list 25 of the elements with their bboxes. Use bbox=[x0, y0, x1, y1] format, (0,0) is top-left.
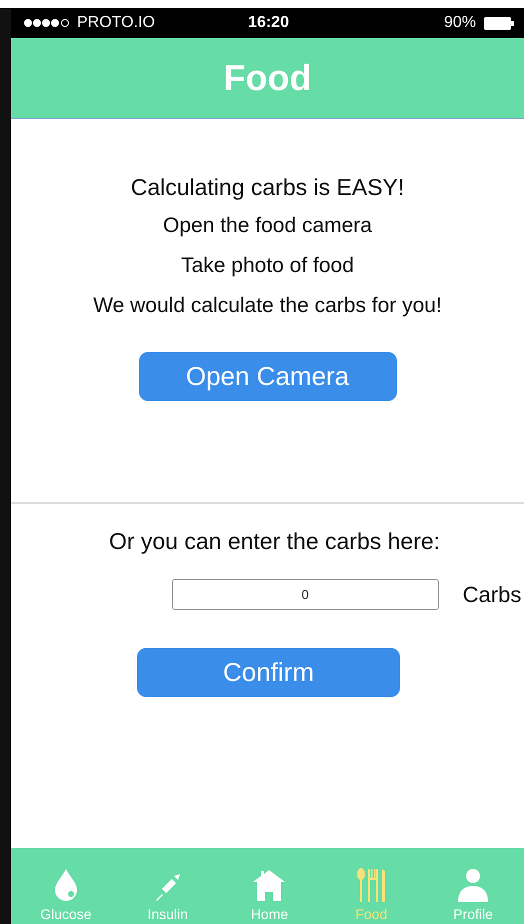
battery-icon bbox=[484, 16, 514, 30]
instruction-text: Open the food camera bbox=[163, 213, 372, 239]
tab-item[interactable]: Home bbox=[218, 848, 320, 924]
syringe-icon bbox=[154, 872, 182, 902]
person-icon bbox=[457, 868, 490, 902]
tab-item[interactable]: Profile bbox=[422, 848, 524, 924]
confirm-button[interactable]: Confirm bbox=[137, 648, 400, 697]
status-time: 16:20 bbox=[248, 14, 289, 32]
page-title: Food bbox=[224, 57, 312, 99]
battery-percent: 90% bbox=[444, 14, 476, 32]
section-heading: Calculating carbs is EASY! bbox=[130, 174, 404, 201]
drop-icon bbox=[52, 868, 79, 902]
unit-label: Carbs bbox=[462, 582, 522, 608]
cutlery-icon bbox=[356, 868, 386, 902]
house-icon bbox=[252, 868, 286, 902]
instruction-text: We would calculate the carbs for you! bbox=[93, 293, 442, 319]
signal-icon bbox=[23, 18, 71, 28]
tab-item[interactable]: Glucose bbox=[15, 848, 117, 924]
section-heading: Or you can enter the carbs here: bbox=[108, 528, 440, 555]
carrier-name: PROTO.IO bbox=[77, 14, 155, 32]
tab-item[interactable]: Food bbox=[320, 848, 422, 924]
carbs-input-field[interactable]: 0 bbox=[172, 579, 439, 610]
tab-item[interactable]: Insulin bbox=[116, 848, 219, 924]
instruction-text: Take photo of food bbox=[181, 253, 354, 279]
open-camera-button[interactable]: Open Camera bbox=[138, 352, 396, 401]
